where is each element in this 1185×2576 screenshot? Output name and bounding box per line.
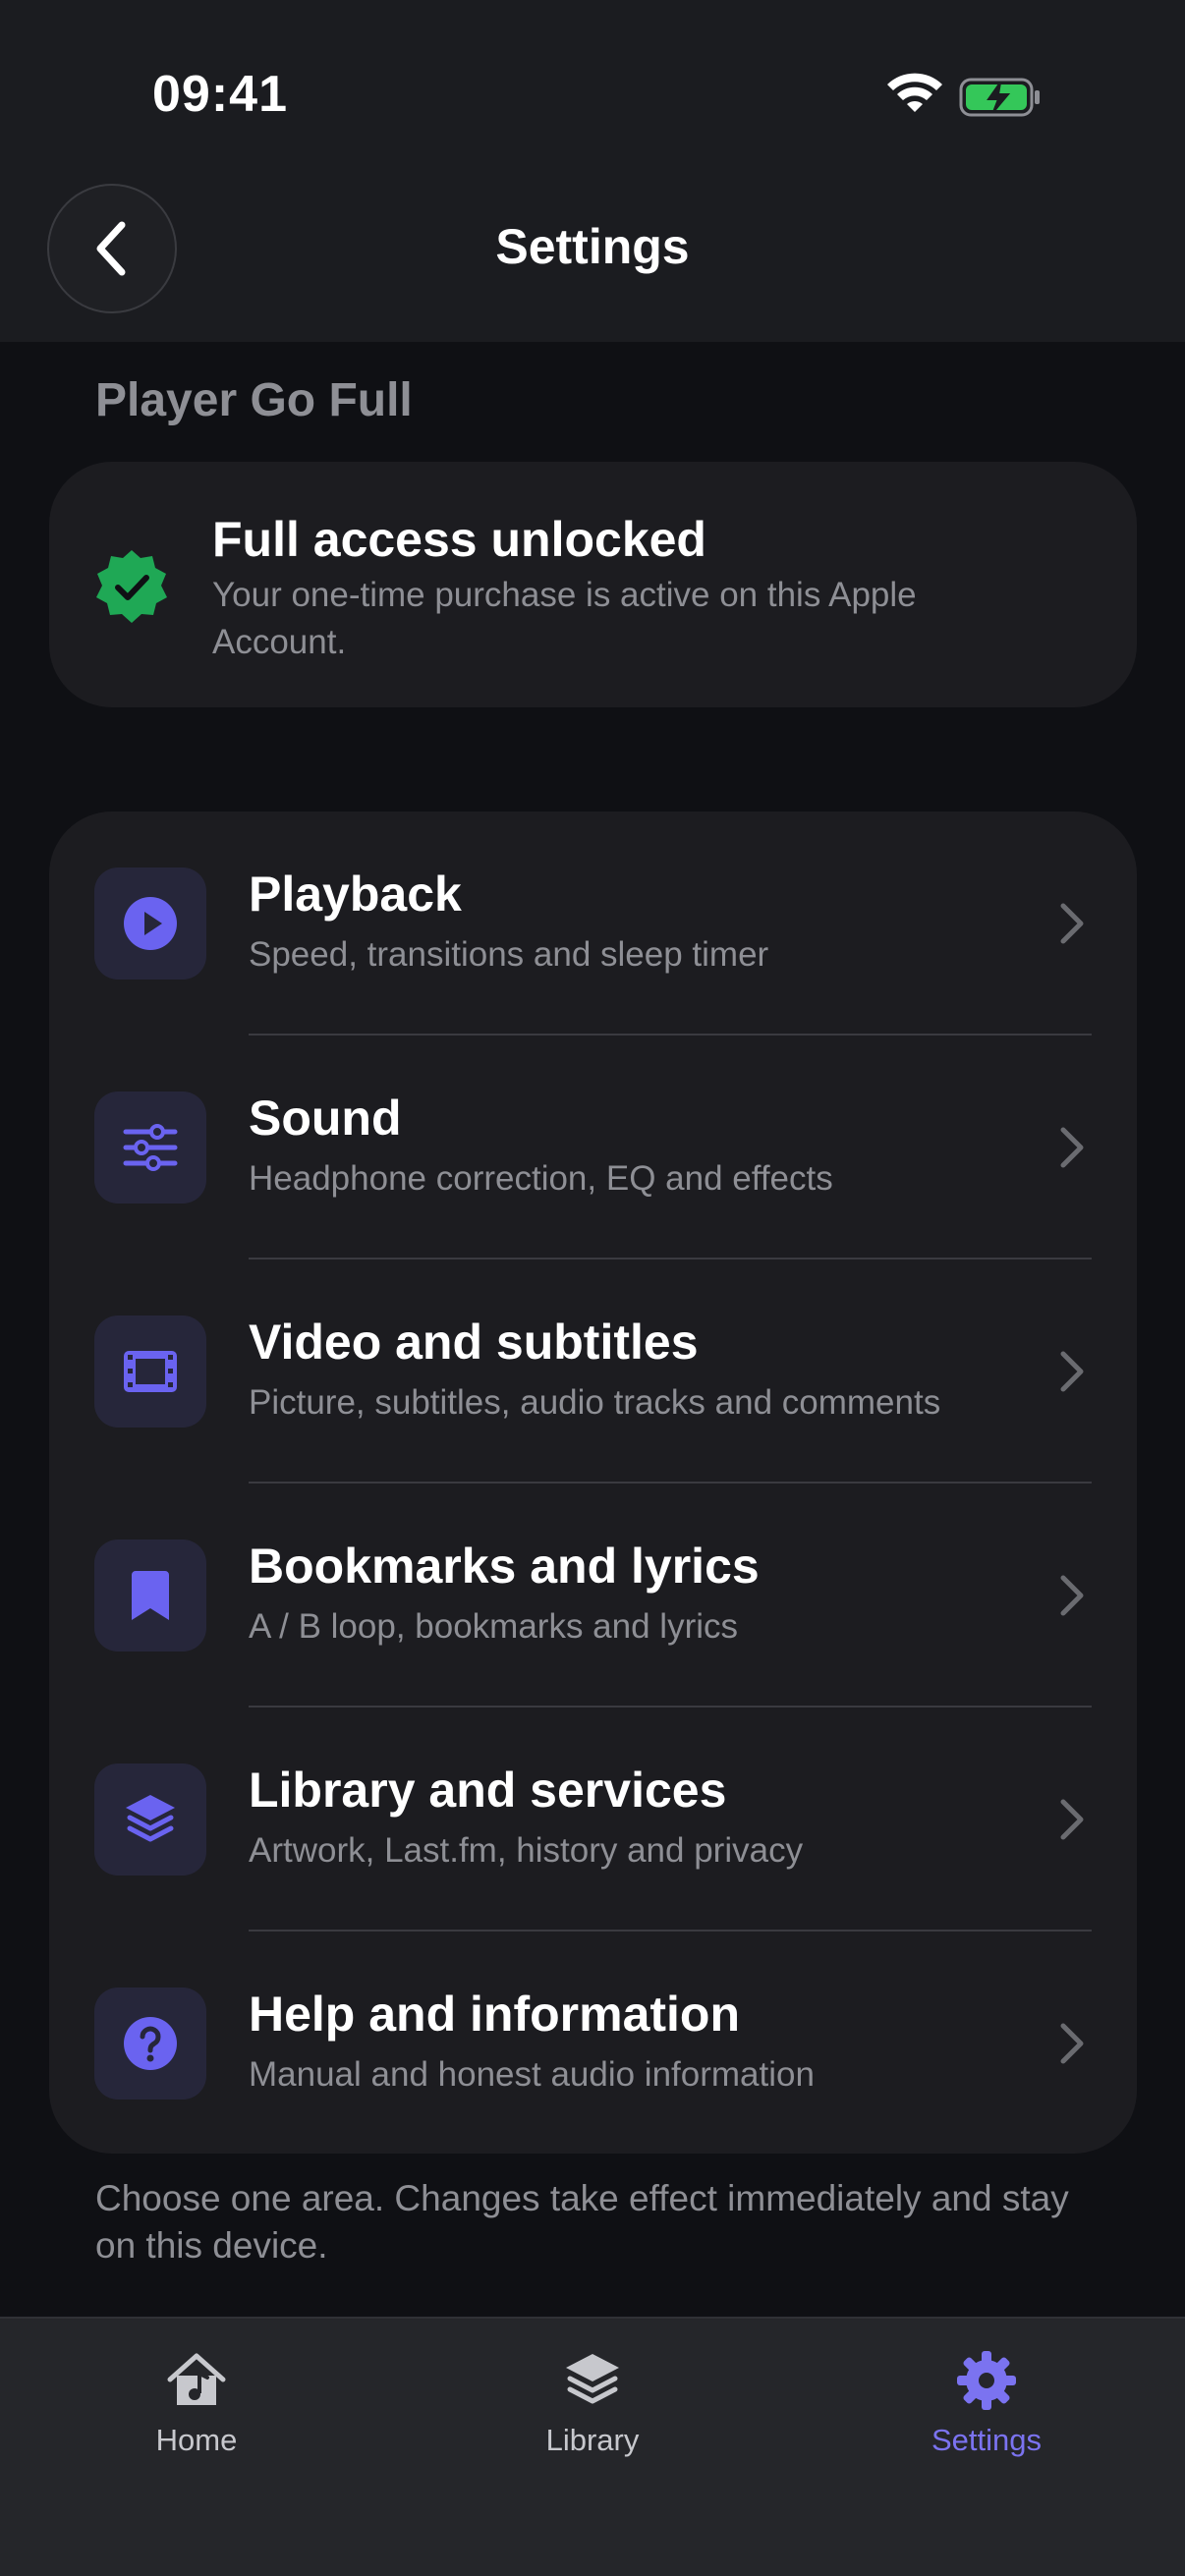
page-title: Settings: [495, 219, 690, 274]
status-time: 09:41: [152, 66, 288, 123]
settings-item-subtitle: Manual and honest audio information: [249, 2055, 815, 2094]
sliders-icon: [123, 1124, 178, 1171]
top-bar: 09:41 Settings: [0, 0, 1185, 342]
tab-label: Home: [155, 2423, 238, 2457]
settings-item-title: Video and subtitles: [249, 1315, 699, 1370]
settings-item-title: Library and services: [249, 1763, 727, 1818]
tab-bar: Home Library Settings: [0, 2317, 1185, 2576]
settings-item-sound[interactable]: Sound Headphone correction, EQ and effec…: [49, 1036, 1137, 1260]
wifi-icon: [887, 73, 942, 112]
settings-item-subtitle: Picture, subtitles, audio tracks and com…: [249, 1383, 941, 1422]
settings-item-subtitle: A / B loop, bookmarks and lyrics: [249, 1607, 738, 1646]
chevron-right-icon: [1060, 1575, 1084, 1616]
settings-item-library-services[interactable]: Library and services Artwork, Last.fm, h…: [49, 1708, 1137, 1932]
row-icon-tile: [94, 1092, 206, 1204]
settings-item-title: Playback: [249, 867, 462, 922]
chevron-right-icon: [1060, 2023, 1084, 2064]
chevron-right-icon: [1060, 903, 1084, 944]
tab-settings[interactable]: Settings: [878, 2348, 1095, 2458]
settings-item-title: Help and information: [249, 1987, 740, 2042]
chevron-right-icon: [1060, 1351, 1084, 1392]
bookmark-icon: [132, 1571, 169, 1620]
row-icon-tile: [94, 868, 206, 980]
settings-item-subtitle: Headphone correction, EQ and effects: [249, 1159, 833, 1198]
film-icon: [124, 1351, 177, 1392]
footer-note: Choose one area. Changes take effect imm…: [95, 2178, 1069, 2266]
row-icon-tile: [94, 1988, 206, 2100]
tab-label: Library: [545, 2423, 640, 2457]
settings-item-title: Sound: [249, 1091, 402, 1146]
stack-icon: [126, 1795, 175, 1842]
settings-item-subtitle: Artwork, Last.fm, history and privacy: [249, 1831, 804, 1870]
settings-item-subtitle: Speed, transitions and sleep timer: [249, 935, 769, 974]
settings-screen: 09:41 Settings Player Go Full Full acces…: [0, 0, 1185, 2576]
row-icon-tile: [94, 1764, 206, 1876]
section-title: Player Go Full: [95, 374, 413, 426]
purchase-description: Your one-time purchase is active on this…: [212, 576, 917, 661]
settings-item-title: Bookmarks and lyrics: [249, 1539, 760, 1594]
tab-home[interactable]: Home: [88, 2348, 305, 2458]
verified-badge-icon: [96, 550, 167, 623]
purchase-status-card: Full access unlocked Your one-time purch…: [49, 462, 1137, 707]
play-circle-icon: [124, 897, 177, 950]
settings-item-bookmarks-lyrics[interactable]: Bookmarks and lyrics A / B loop, bookmar…: [49, 1484, 1137, 1708]
home-music-icon: [167, 2353, 226, 2405]
purchase-title: Full access unlocked: [212, 512, 706, 567]
question-circle-icon: [124, 2017, 177, 2070]
battery-charging-icon: [959, 78, 1040, 117]
row-icon-tile: [94, 1316, 206, 1428]
stack-icon: [566, 2354, 619, 2404]
chevron-right-icon: [1060, 1799, 1084, 1840]
tab-label: Settings: [931, 2423, 1042, 2457]
tab-library[interactable]: Library: [484, 2348, 701, 2458]
settings-item-playback[interactable]: Playback Speed, transitions and sleep ti…: [49, 812, 1137, 1036]
settings-item-video-subtitles[interactable]: Video and subtitles Picture, subtitles, …: [49, 1260, 1137, 1484]
settings-item-help-information[interactable]: Help and information Manual and honest a…: [49, 1932, 1137, 2156]
gear-icon: [957, 2351, 1016, 2410]
chevron-right-icon: [1060, 1127, 1084, 1168]
row-icon-tile: [94, 1540, 206, 1652]
settings-list: Playback Speed, transitions and sleep ti…: [49, 812, 1137, 2154]
